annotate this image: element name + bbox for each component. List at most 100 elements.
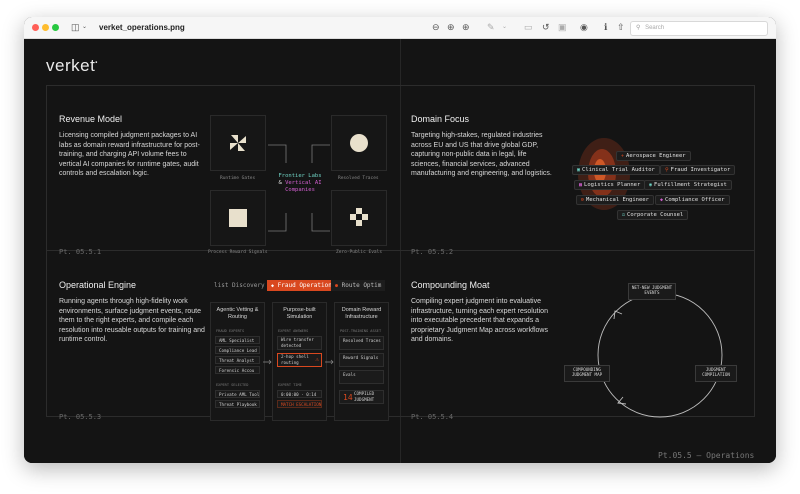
node-judgment-compilation: JUDGMENT COMPILATION [695,365,737,382]
list-item[interactable]: Compliance Lead [215,346,260,354]
list-item[interactable]: Evals [339,370,384,384]
close-window-button[interactable] [32,24,39,31]
resolved-traces-label: Resolved Traces [338,176,379,181]
column-simulation: Purpose-built Simulation EXPERT ANSWERS … [272,302,327,421]
list-item[interactable]: Private AML Tool [215,390,260,398]
list-item: 0:00:00 · 0:14 [277,390,322,398]
revenue-title: Revenue Model [59,114,123,124]
frontier-labs-center: Frontier Labs & Vertical AI Companies [274,173,326,194]
markup-pen-icon[interactable]: ✎ [487,22,495,33]
tab-route-optimization[interactable]: ● Route Optim [331,280,386,291]
chip-aerospace-engineer: ✈ Aerospace Engineer [616,151,691,161]
process-reward-label: Process Reward Signals [208,250,268,255]
chip-compliance-officer: ◆ Compliance Officer [655,195,730,205]
pinwheel-icon [230,135,246,151]
section-label: FRAUD EXPERTS [216,329,245,333]
domain-title: Domain Focus [411,114,470,124]
column-reward-infrastructure: Domain Reward Infrastructure POST-TRAINI… [334,302,389,421]
sidebar-toggle-icon[interactable]: ◫ [71,22,80,33]
revenue-number: Pt. 05.5.1 [59,248,102,256]
engine-body: Running agents through high-fidelity wor… [59,298,205,344]
share-icon[interactable]: ⇧ [617,22,625,33]
moat-cycle-diagram [597,292,723,418]
moat-title: Compounding Moat [411,280,490,290]
dot-icon: ● [335,283,339,289]
column-title: Purpose-built Simulation [283,307,316,320]
zoom-out-icon[interactable]: ⊖ [432,22,440,33]
moat-number: Pt. 05.5.4 [411,413,454,421]
brand-logo: verket• [46,56,98,75]
list-item[interactable]: Threat Playbook [215,400,260,408]
list-item[interactable]: 2-hop shell routing ⚠ [277,353,322,367]
runtime-gates-label: Runtime Gates [220,176,256,181]
title-bar: ◫ ⌄ verket_operations.png ⊖ ⊕ ⊕ ✎ ⌄ ▭ ↺ … [24,17,776,39]
chip-corporate-counsel: ⚖ Corporate Counsel [617,210,689,220]
window-title: verket_operations.png [99,23,185,32]
center-amp: & [278,180,282,186]
center-line-1: Frontier Labs [278,173,322,179]
column-vetting-routing: Agentic Vetting & Routing FRAUD EXPERTS … [210,302,265,421]
zero-public-evals-label: Zero-Public Evals [336,250,383,255]
section-label: POST-TRAINING ASSET [340,329,382,333]
node-net-new-events: NET-NEW JUDGMENT EVENTS [628,283,676,300]
markup-chevron-icon[interactable]: ⌄ [502,22,507,33]
horizontal-divider [47,250,754,251]
list-item: 14 COMPILED JUDGMENT [339,390,384,404]
list-item[interactable]: Forensic Accou [215,366,260,374]
moat-body: Compiling expert judgment into evaluativ… [411,298,548,344]
annotate-icon[interactable]: ◉ [580,22,588,33]
diamond-icon: ◆ [271,283,275,289]
info-icon[interactable]: ℹ [604,22,607,33]
crop-icon[interactable]: ▣ [558,22,567,33]
chip-logistics-planner: ▩ Logistics Planner [574,180,646,190]
resolved-traces-tile [331,115,387,171]
node-compounding-map: COMPOUNDING JUDGMENT MAP [564,365,610,382]
truck-icon: ▩ [579,182,583,188]
chip-clinical-trial-auditor: ▣ Clinical Trial Auditor [572,165,660,175]
zero-public-evals-tile [331,190,387,246]
domain-number: Pt. 05.5.2 [411,248,454,256]
magnifier-icon: ⚲ [665,167,669,173]
chip-mechanical-engineer: ⚙ Mechanical Engineer [576,195,654,205]
textbox-icon[interactable]: ▭ [524,22,533,33]
chip-fulfillment-strategist: ◉ Fulfillment Strategist [644,180,732,190]
zoom-window-button[interactable] [52,24,59,31]
list-item[interactable]: Reward Signals [339,353,384,367]
box-icon: ◉ [649,182,653,188]
circle-icon [350,134,368,152]
zoom-fit-icon[interactable]: ⊕ [447,22,455,33]
list-item: MATCH ESCALATION [277,400,322,408]
clipboard-icon: ▣ [577,167,581,173]
center-line-3: Companies [285,187,315,193]
search-icon: ⚲ [636,25,641,31]
chip-fraud-investigator: ⚲ Fraud Investigator [660,165,736,175]
engine-title: Operational Engine [59,280,137,290]
footer-label: Pt.05.5 — Operations [658,451,755,460]
engine-number: Pt. 05.5.3 [59,413,102,421]
scale-icon: ⚖ [622,212,626,218]
minimize-window-button[interactable] [42,24,49,31]
list-item[interactable]: AML Specialist [215,336,260,344]
list-item[interactable]: Wire transfer detected [277,336,322,350]
tab-fraud-operation[interactable]: ◆ Fraud Operation [267,280,336,291]
column-title: Agentic Vetting & Routing [216,307,259,320]
rotate-icon[interactable]: ↺ [542,22,550,33]
zoom-in-icon[interactable]: ⊕ [462,22,470,33]
image-canvas: verket• Revenue Model Licensing compiled… [24,39,776,463]
app-window: ◫ ⌄ verket_operations.png ⊖ ⊕ ⊕ ✎ ⌄ ▭ ↺ … [24,17,776,463]
list-item[interactable]: Threat Analyst [215,356,260,364]
gear-icon: ⚙ [581,197,585,203]
list-item[interactable]: Resolved Traces [339,336,384,350]
chevron-down-icon[interactable]: ⌄ [82,22,87,33]
square-icon [229,209,247,227]
center-line-2: Vertical AI [285,180,322,186]
column-title: Domain Reward Infrastructure [341,307,382,320]
tab-discovery[interactable]: list Discovery [210,280,269,291]
section-label: EXPERT SELECTED [216,383,249,387]
search-field[interactable]: ⚲ Search [630,21,768,36]
section-label: EXPERT TIME [278,383,302,387]
stat-number: 14 [343,393,353,402]
shield-icon: ◆ [660,197,664,203]
aircraft-icon: ✈ [621,153,625,159]
warning-icon: ⚠ [315,356,319,363]
